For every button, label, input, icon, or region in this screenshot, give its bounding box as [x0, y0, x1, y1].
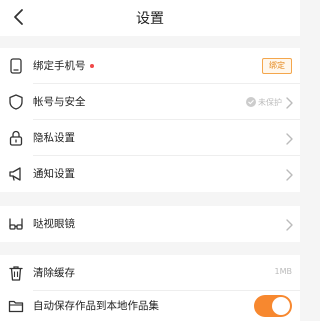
auto-save-toggle[interactable]: [254, 295, 292, 317]
chevron-right-icon: [284, 131, 294, 145]
cache-size-value: 1MB: [274, 267, 292, 276]
settings-item-label: 通知设置: [33, 168, 75, 180]
phone-icon: [7, 57, 25, 75]
security-status-text: 未保护: [258, 97, 282, 107]
settings-item-label: 清除缓存: [33, 267, 75, 279]
page-title: 设置: [136, 11, 164, 27]
settings-item-label: 绑定手机号: [33, 60, 86, 72]
bind-button[interactable]: 绑定: [262, 58, 292, 74]
top-nav-bar: 设置: [0, 0, 300, 36]
check-circle-icon: [246, 97, 256, 107]
settings-item-label: 哒视眼镜: [33, 218, 75, 230]
settings-item-glasses[interactable]: 哒视眼镜: [0, 206, 300, 242]
chevron-right-icon: [284, 217, 294, 231]
folder-icon: [7, 297, 25, 315]
trash-icon: [7, 264, 25, 282]
settings-item-bind-phone[interactable]: 绑定手机号 绑定: [0, 48, 300, 84]
megaphone-icon: [7, 165, 25, 183]
settings-item-privacy[interactable]: 隐私设置: [0, 120, 300, 156]
settings-item-label: 帐号与安全: [33, 96, 86, 108]
toggle-knob: [272, 297, 290, 315]
settings-item-label: 自动保存作品到本地作品集: [33, 300, 159, 312]
chevron-right-icon: [284, 95, 294, 109]
settings-item-notifications[interactable]: 通知设置: [0, 156, 300, 192]
settings-item-label: 隐私设置: [33, 132, 75, 144]
security-status: 未保护: [246, 95, 282, 109]
settings-item-auto-save: 自动保存作品到本地作品集: [0, 291, 300, 321]
notification-dot: [90, 64, 94, 68]
settings-item-account-security[interactable]: 帐号与安全 未保护: [0, 84, 300, 120]
lock-icon: [7, 129, 25, 147]
shield-icon: [7, 93, 25, 111]
settings-item-clear-cache[interactable]: 清除缓存 1MB: [0, 255, 300, 291]
chevron-right-icon: [284, 167, 294, 181]
glasses-icon: [7, 215, 25, 233]
